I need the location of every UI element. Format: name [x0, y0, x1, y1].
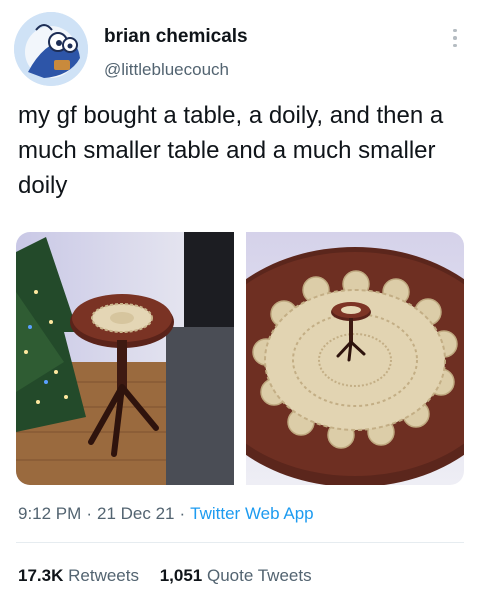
retweets-label: Retweets — [68, 566, 139, 585]
retweets-stat[interactable]: 17.3K Retweets — [18, 566, 139, 585]
photo-table-with-tree[interactable] — [16, 232, 234, 485]
tweet-stats: 17.3K Retweets 1,051 Quote Tweets — [18, 566, 328, 586]
photo-tiny-table-on-doily[interactable] — [246, 232, 464, 485]
retweets-count: 17.3K — [18, 566, 64, 585]
quote-tweets-stat[interactable]: 1,051 Quote Tweets — [160, 566, 312, 585]
separator-dot: · — [179, 504, 186, 523]
separator-dot: · — [86, 504, 92, 523]
tweet-metadata: 9:12 PM · 21 Dec 21 · Twitter Web App — [18, 504, 314, 524]
tweet-date[interactable]: 21 Dec 21 — [97, 504, 175, 523]
tweet: brian chemicals @littlebluecouch my gf b… — [0, 0, 480, 600]
display-name[interactable]: brian chemicals — [104, 26, 248, 48]
tweet-time[interactable]: 9:12 PM — [18, 504, 81, 523]
tweet-media — [16, 232, 464, 485]
quote-tweets-label: Quote Tweets — [207, 566, 312, 585]
divider — [16, 542, 464, 543]
tweet-text: my gf bought a table, a doily, and then … — [18, 102, 444, 199]
tweet-source-link[interactable]: Twitter Web App — [190, 504, 313, 523]
more-options-icon[interactable] — [446, 24, 464, 52]
avatar[interactable] — [14, 12, 88, 86]
quote-tweets-count: 1,051 — [159, 566, 203, 585]
user-handle[interactable]: @littlebluecouch — [104, 60, 229, 80]
